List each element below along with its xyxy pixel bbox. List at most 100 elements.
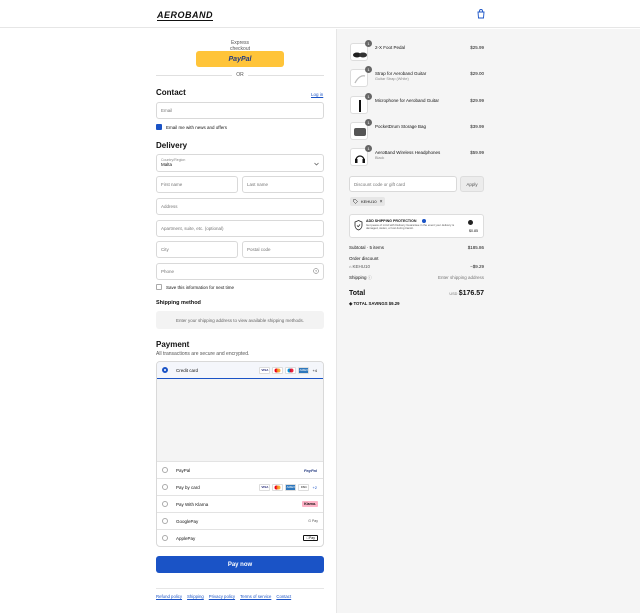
total-label: Total: [349, 290, 366, 297]
paypal-option[interactable]: PayPal PayPal: [157, 461, 323, 478]
applepay-option[interactable]: ApplePay Pay: [157, 529, 323, 546]
mastercard-icon: [272, 366, 284, 374]
pay-now-button[interactable]: Pay now: [156, 556, 324, 573]
klarna-icon: Klarna.: [302, 501, 318, 507]
refund-policy-link[interactable]: Refund policy: [156, 594, 182, 599]
cart-item: 1 Strap for Aeroband Guitar Guitar Strap…: [350, 66, 484, 91]
quantity-badge: 1: [365, 119, 372, 126]
phone-field[interactable]: Phone: [156, 263, 324, 280]
klarna-option[interactable]: Pay With Klarna Klarna.: [157, 495, 323, 512]
postal-code-field[interactable]: Postal code: [242, 241, 324, 258]
quantity-badge: 1: [365, 145, 372, 152]
remove-code-icon[interactable]: ×: [380, 199, 383, 205]
pay-by-card-radio[interactable]: [162, 484, 168, 490]
tag-icon: [353, 199, 358, 204]
subtotal-value: $185.86: [467, 245, 484, 250]
discount-tag: KEHU10 ×: [350, 197, 386, 206]
item-name: AeroBand Wireless Headphones: [375, 150, 441, 155]
shipping-method-note: Enter your shipping address to view avai…: [156, 311, 324, 329]
protection-text: Get peace of mind with Delivery Guarante…: [366, 223, 455, 231]
cart-item: 1 2-X Foot Pedal $25.99: [350, 40, 484, 65]
contact-link[interactable]: Contact: [276, 594, 291, 599]
cart-item: 1 Microphone for Aeroband Guitar $29.99: [350, 93, 484, 118]
cart-item: 1 AeroBand Wireless Headphones Black $59…: [350, 145, 484, 170]
savings-row: ◈ TOTAL SAVINGS $9.29: [349, 301, 484, 307]
discount-code-row: ⌂ KEHU10 −$9.29: [349, 264, 484, 269]
googlepay-radio[interactable]: [162, 518, 168, 524]
country-value: Malta: [161, 162, 173, 167]
paypal-radio[interactable]: [162, 467, 168, 473]
first-name-field[interactable]: First name: [156, 176, 238, 193]
credit-card-panel: [157, 379, 323, 461]
shipping-link[interactable]: Shipping: [187, 594, 204, 599]
email-field[interactable]: Email: [156, 102, 324, 119]
terms-of-service-link[interactable]: Terms of service: [240, 594, 271, 599]
shipping-protection-card: ADD SHIPPING PROTECTION Get peace of min…: [349, 214, 484, 238]
shipping-label: Shipping: [349, 275, 367, 280]
paypal-express-button[interactable]: PayPal: [196, 51, 284, 67]
country-select[interactable]: Country/Region Malta: [156, 154, 324, 172]
applepay-radio[interactable]: [162, 535, 168, 541]
total-row: Total USD $176.57: [349, 290, 484, 300]
item-name: 2-X Foot Pedal: [375, 45, 406, 50]
item-name: Strap for Aeroband Guitar: [375, 71, 427, 76]
privacy-policy-link[interactable]: Privacy policy: [209, 594, 235, 599]
city-field[interactable]: City: [156, 241, 238, 258]
apple-pay-icon: Pay: [303, 535, 318, 541]
item-variant: Guitar Strap (White): [375, 77, 409, 81]
applepay-label: ApplePay: [176, 535, 196, 541]
amex-icon: AMEX: [298, 366, 310, 374]
mastercard-icon: [272, 483, 284, 491]
item-name: PocketDrum Storage Bag: [375, 124, 427, 129]
visa-icon: VISA: [259, 483, 271, 491]
or-label: OR: [232, 72, 248, 78]
paypal-label: PayPal: [176, 467, 191, 473]
quantity-badge: 1: [365, 40, 372, 47]
credit-card-label: Credit card: [176, 367, 199, 373]
last-name-field[interactable]: Last name: [242, 176, 324, 193]
shield-icon: [354, 220, 363, 231]
savings-value: $9.29: [388, 301, 400, 306]
login-link[interactable]: Log in: [311, 92, 323, 97]
more-cards-count: +4: [312, 367, 317, 373]
discount-code-input[interactable]: Discount code or gift card: [349, 176, 457, 192]
google-pay-icon: G Pay: [308, 519, 318, 523]
brand-logo[interactable]: AEROBAND: [157, 10, 214, 21]
item-price: $39.99: [470, 124, 484, 129]
amex-icon: AMEX: [285, 483, 297, 491]
item-name: Microphone for Aeroband Guitar: [375, 98, 440, 103]
payment-methods: Credit card VISA AMEX +4 PayPal PayPal P…: [156, 361, 324, 547]
paypal-logo: PayPal: [228, 55, 252, 63]
subtotal-label: Subtotal · 5 items: [349, 245, 385, 250]
googlepay-option[interactable]: GooglePay G Pay: [157, 512, 323, 529]
credit-card-radio[interactable]: [162, 367, 168, 373]
save-info-checkbox[interactable]: [156, 284, 162, 290]
shopping-bag-icon[interactable]: [475, 8, 487, 20]
news-checkbox[interactable]: [156, 124, 162, 136]
savings-label: TOTAL SAVINGS: [353, 301, 388, 306]
address-field[interactable]: Address: [156, 198, 324, 215]
apply-button[interactable]: Apply: [460, 176, 484, 192]
delivery-title: Delivery: [156, 141, 188, 150]
pay-by-card-option[interactable]: Pay by card VISA AMEX DISC +2: [157, 478, 323, 495]
total-value: $176.57: [458, 290, 484, 297]
footer-divider: [156, 588, 324, 589]
applied-code: KEHU10: [352, 264, 371, 269]
footer-links: Refund policy Shipping Privacy policy Te…: [156, 594, 291, 599]
discover-icon: DISC: [298, 483, 310, 491]
news-label: Email me with news and offers: [166, 125, 227, 130]
klarna-radio[interactable]: [162, 501, 168, 507]
discount-code-label: KEHU10: [361, 199, 377, 204]
apartment-field[interactable]: Apartment, suite, etc. (optional): [156, 220, 324, 237]
visa-icon: VISA: [259, 366, 271, 374]
quantity-badge: 1: [365, 66, 372, 73]
cart-item: 1 PocketDrum Storage Bag $39.99: [350, 119, 484, 144]
protection-toggle[interactable]: [468, 220, 473, 225]
credit-card-option[interactable]: Credit card VISA AMEX +4: [157, 362, 323, 379]
more-cards-count: +2: [312, 484, 317, 490]
help-icon[interactable]: ⓘ: [368, 275, 372, 280]
item-price: $29.00: [470, 71, 484, 76]
help-icon[interactable]: ?: [313, 268, 319, 274]
paypal-icon: PayPal: [303, 467, 317, 473]
googlepay-label: GooglePay: [176, 518, 199, 524]
